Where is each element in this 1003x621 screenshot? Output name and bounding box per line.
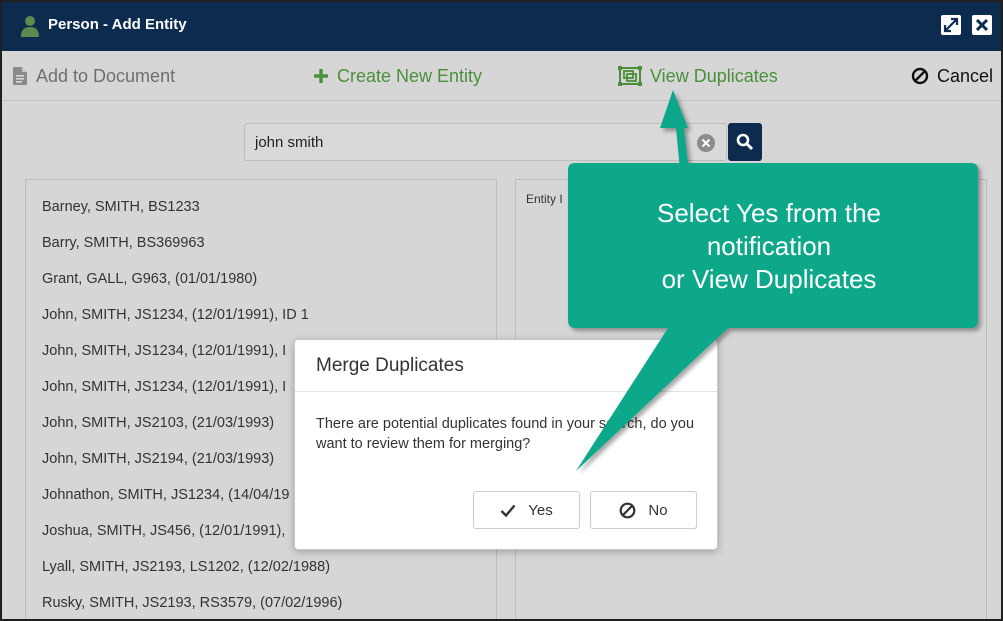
no-label: No	[648, 501, 668, 519]
list-item[interactable]: Grant, GALL, G963, (01/01/1980)	[42, 271, 257, 287]
add-to-document-button[interactable]: Add to Document	[12, 51, 175, 101]
list-item[interactable]: John, SMITH, JS1234, (12/01/1991), I	[42, 379, 286, 395]
no-button[interactable]: No	[590, 491, 697, 529]
add-to-document-label: Add to Document	[36, 65, 176, 86]
document-icon	[13, 67, 27, 85]
dialog-message: There are potential duplicates found in …	[316, 416, 695, 452]
yes-label: Yes	[528, 501, 553, 519]
check-icon	[500, 504, 516, 517]
window-title: Person - Add Entity	[48, 16, 187, 33]
list-item[interactable]: Johnathon, SMITH, JS1234, (14/04/19	[42, 487, 289, 503]
list-item[interactable]: Barry, SMITH, BS369963	[42, 235, 205, 251]
search-input[interactable]: john smith	[244, 123, 727, 161]
list-item[interactable]: John, SMITH, JS2194, (21/03/1993)	[42, 451, 274, 467]
list-item[interactable]: Joshua, SMITH, JS456, (12/01/1991),	[42, 523, 285, 539]
list-item[interactable]: John, SMITH, JS1234, (12/01/1991), I	[42, 343, 286, 359]
dialog-divider	[295, 391, 717, 392]
search-icon	[736, 133, 754, 151]
list-item[interactable]: John, SMITH, JS2103, (21/03/1993)	[42, 415, 274, 431]
close-icon[interactable]	[971, 14, 993, 36]
search-button[interactable]	[728, 123, 762, 161]
list-item[interactable]: Lyall, SMITH, JS2193, LS1202, (12/02/198…	[42, 559, 330, 575]
dialog-title: Merge Duplicates	[316, 355, 464, 376]
ban-icon	[620, 502, 636, 518]
cancel-label: Cancel	[937, 65, 994, 86]
callout-line: or View Duplicates	[661, 264, 877, 294]
toolbar: Add to Document Create New Entity View D…	[2, 51, 1001, 101]
plus-icon	[314, 69, 328, 83]
cancel-icon	[911, 67, 929, 85]
list-item[interactable]: Barney, SMITH, BS1233	[42, 199, 200, 215]
callout-line: notification	[706, 231, 832, 261]
add-entity-window: Person - Add Entity Add to Document Crea…	[0, 0, 1003, 621]
create-new-entity-label: Create New Entity	[337, 65, 483, 86]
list-item[interactable]: Rusky, SMITH, JS2193, RS3579, (07/02/199…	[42, 595, 342, 611]
view-duplicates-button[interactable]: View Duplicates	[618, 51, 778, 101]
cancel-button[interactable]: Cancel	[911, 51, 993, 101]
title-bar: Person - Add Entity	[2, 2, 1001, 51]
search-value: john smith	[255, 134, 324, 151]
clear-search-icon[interactable]	[696, 133, 716, 153]
callout-text: Select Yes from the notification or View…	[568, 197, 970, 296]
maximize-icon[interactable]	[940, 14, 962, 36]
list-item[interactable]: John, SMITH, JS1234, (12/01/1991), ID 1	[42, 307, 309, 323]
view-duplicates-label: View Duplicates	[650, 65, 778, 86]
duplicates-icon	[618, 66, 642, 86]
entity-panel-label: Entity I	[526, 192, 563, 206]
person-icon	[21, 16, 39, 37]
merge-duplicates-dialog: Merge Duplicates There are potential dup…	[294, 339, 718, 550]
yes-button[interactable]: Yes	[473, 491, 580, 529]
create-new-entity-button[interactable]: Create New Entity	[313, 51, 482, 101]
callout-line: Select Yes from the	[656, 198, 882, 228]
